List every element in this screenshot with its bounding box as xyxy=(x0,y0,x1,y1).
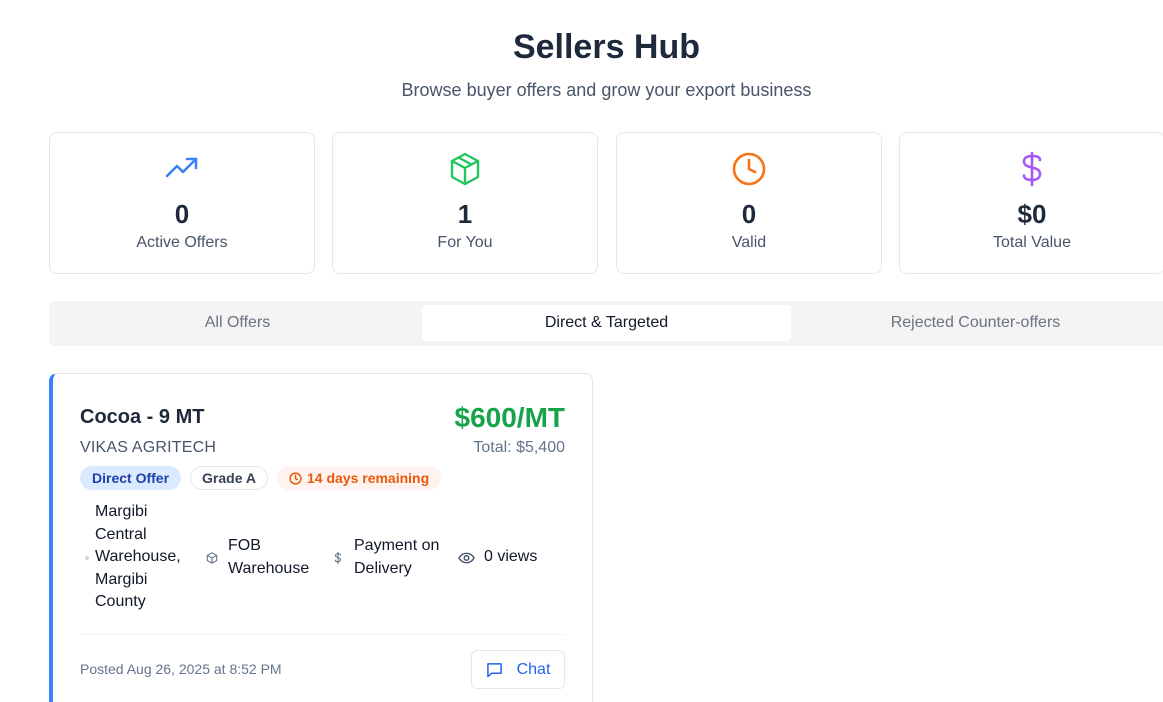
page-subtitle: Browse buyer offers and grow your export… xyxy=(401,80,812,100)
stat-card-total-value: $0 Total Value xyxy=(899,132,1163,274)
chat-button[interactable]: Chat xyxy=(471,650,565,689)
payment-text: Payment on Delivery xyxy=(354,537,440,577)
views-text: 0 views xyxy=(484,548,538,566)
incoterm-text: FOB Warehouse xyxy=(228,537,310,577)
tab-direct-targeted[interactable]: Direct & Targeted xyxy=(422,305,791,341)
location-text: Margibi Central Warehouse, Margibi Count… xyxy=(95,503,181,611)
offer-badges: Direct Offer Grade A 14 days remaining xyxy=(80,466,442,490)
detail-incoterm: FOB Warehouse xyxy=(205,500,320,615)
detail-views: 0 views xyxy=(457,500,570,615)
direct-offer-badge: Direct Offer xyxy=(80,466,182,490)
dollar-sign-icon xyxy=(331,551,345,564)
stat-label: Active Offers xyxy=(136,234,228,251)
time-remaining-badge: 14 days remaining xyxy=(276,466,442,490)
offer-details: Margibi Central Warehouse, Margibi Count… xyxy=(80,500,570,615)
posted-timestamp: Posted Aug 26, 2025 at 8:52 PM xyxy=(80,661,282,677)
grade-badge: Grade A xyxy=(190,466,268,490)
offer-card[interactable]: Cocoa - 9 MT VIKAS AGRITECH $600/MT Tota… xyxy=(49,373,593,702)
tab-all-offers[interactable]: All Offers xyxy=(53,305,422,341)
stat-value: 1 xyxy=(457,199,473,229)
stat-label: Total Value xyxy=(993,234,1071,251)
stat-value: $0 xyxy=(1017,199,1047,229)
message-square-icon xyxy=(486,662,503,678)
stat-value: 0 xyxy=(741,199,757,229)
eye-icon xyxy=(457,552,475,564)
stat-card-active-offers: 0 Active Offers xyxy=(49,132,315,274)
offer-seller: VIKAS AGRITECH xyxy=(80,439,217,456)
stat-label: For You xyxy=(437,234,493,251)
clock-icon xyxy=(617,151,881,187)
offer-total: Total: $5,400 xyxy=(473,439,565,456)
package-icon xyxy=(333,151,597,187)
map-pin-icon xyxy=(80,555,94,561)
time-remaining-text: 14 days remaining xyxy=(306,470,430,486)
clock-icon xyxy=(289,471,302,485)
offer-title: Cocoa - 9 MT xyxy=(80,406,205,428)
offer-tabs: All Offers Direct & Targeted Rejected Co… xyxy=(49,301,1163,346)
offer-price: $600/MT xyxy=(454,402,566,433)
page-title: Sellers Hub xyxy=(512,28,701,66)
stats-row: 0 Active Offers 1 For You 0 Valid $0 Tot… xyxy=(49,132,1163,274)
stat-card-for-you: 1 For You xyxy=(332,132,598,274)
stat-card-valid: 0 Valid xyxy=(616,132,882,274)
dollar-sign-icon xyxy=(900,151,1163,187)
stat-value: 0 xyxy=(174,199,190,229)
detail-payment: Payment on Delivery xyxy=(331,500,446,615)
package-icon xyxy=(205,551,219,564)
tab-rejected-counter-offers[interactable]: Rejected Counter-offers xyxy=(791,305,1160,341)
chat-label: Chat xyxy=(516,660,551,678)
detail-location: Margibi Central Warehouse, Margibi Count… xyxy=(80,500,190,615)
card-divider xyxy=(80,634,565,635)
stat-label: Valid xyxy=(731,234,767,251)
trending-up-icon xyxy=(50,151,314,187)
